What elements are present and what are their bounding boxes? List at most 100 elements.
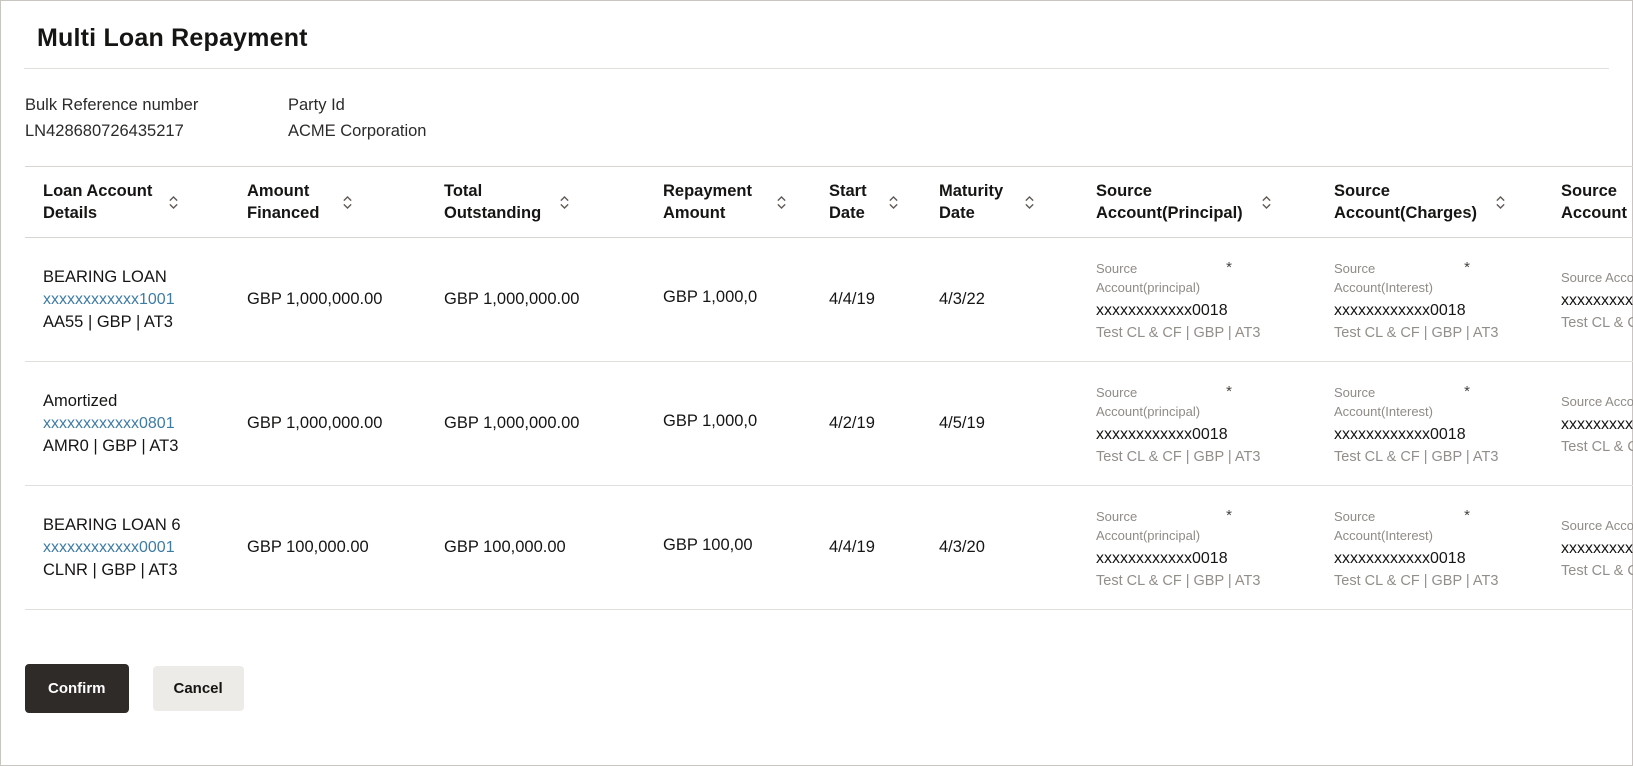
page-header: Multi Loan Repayment (1, 1, 1632, 68)
source-charges-cell: * Source Account(Interest) xxxxxxxxxxxx0… (1316, 238, 1543, 362)
source-principal-account: xxxxxxxxxxxx0018 (1096, 550, 1228, 568)
start-date-value: 4/4/19 (829, 290, 875, 308)
sort-icon[interactable] (1495, 194, 1506, 211)
party-id-value: ACME Corporation (288, 122, 426, 141)
column-header-maturity-date: Maturity Date (921, 167, 1078, 238)
loan-number-link[interactable]: xxxxxxxxxxxx1001 (43, 291, 175, 309)
column-header-source-account-charges: Source Account(Charges) (1316, 167, 1543, 238)
summary-section: Bulk Reference number LN428680726435217 … (1, 69, 1632, 166)
source-extra-cell: Source Account xxxxxxxxxxxx0018 Test CL … (1543, 362, 1633, 486)
required-asterisk: * (1226, 507, 1232, 524)
sort-icon[interactable] (776, 194, 787, 211)
required-asterisk: * (1464, 507, 1470, 524)
loan-meta: CLNR | GBP | AT3 (43, 561, 217, 580)
table-row: BEARING LOAN 6 xxxxxxxxxxxx0001 CLNR | G… (25, 486, 1633, 610)
source-charges-account: xxxxxxxxxxxx0018 (1334, 550, 1466, 568)
cancel-button[interactable]: Cancel (153, 666, 244, 711)
source-charges-cell: * Source Account(Interest) xxxxxxxxxxxx0… (1316, 362, 1543, 486)
column-label: Source Account (1561, 180, 1631, 225)
source-principal-meta: Test CL & CF | GBP | AT3 (1096, 449, 1228, 465)
column-label: Start Date (829, 180, 875, 225)
source-principal-cell: * Source Account(principal) xxxxxxxxxxxx… (1078, 238, 1316, 362)
source-extra-account: xxxxxxxxxxxx0018 (1561, 540, 1633, 558)
loan-account-details-cell: BEARING LOAN xxxxxxxxxxxx1001 AA55 | GBP… (25, 238, 229, 362)
column-header-total-outstanding: Total Outstanding (426, 167, 645, 238)
source-charges-account: xxxxxxxxxxxx0018 (1334, 302, 1466, 320)
column-header-repayment-amount: Repayment Amount (645, 167, 811, 238)
bulk-reference-field: Bulk Reference number LN428680726435217 (25, 96, 288, 141)
source-extra-meta: Test CL & CF | GBP | AT3 (1561, 563, 1633, 579)
required-asterisk: * (1226, 259, 1232, 276)
column-header-loan-account-details: Loan Account Details (25, 167, 229, 238)
loan-meta: AMR0 | GBP | AT3 (43, 437, 217, 456)
multi-loan-repayment-page: { "page": { "title": "Multi Loan Repayme… (0, 0, 1633, 766)
column-label: Source Account(Principal) (1096, 180, 1248, 225)
column-label: Total Outstanding (444, 180, 546, 225)
source-extra-label: Source Account (1561, 516, 1633, 536)
required-asterisk: * (1464, 259, 1470, 276)
amount-financed-value: GBP 1,000,000.00 (247, 414, 382, 432)
sort-icon[interactable] (559, 194, 570, 211)
source-extra-label: Source Account (1561, 392, 1633, 412)
confirm-button[interactable]: Confirm (25, 664, 129, 713)
source-principal-cell: * Source Account(principal) xxxxxxxxxxxx… (1078, 362, 1316, 486)
sort-icon[interactable] (168, 194, 179, 211)
start-date-value: 4/4/19 (829, 538, 875, 556)
source-principal-label: Source Account(principal) (1096, 507, 1228, 546)
column-header-amount-financed: Amount Financed (229, 167, 426, 238)
sort-icon[interactable] (888, 194, 899, 211)
column-header-source-account-clipped: Source Account (1543, 167, 1633, 238)
maturity-date-value: 4/5/19 (939, 414, 985, 432)
bulk-reference-value: LN428680726435217 (25, 122, 288, 141)
loan-number-link[interactable]: xxxxxxxxxxxx0001 (43, 539, 175, 557)
sort-icon[interactable] (1261, 194, 1272, 211)
source-principal-label: Source Account(principal) (1096, 259, 1228, 298)
source-principal-meta: Test CL & CF | GBP | AT3 (1096, 573, 1228, 589)
column-label: Repayment Amount (663, 180, 763, 225)
repayment-amount-value: GBP 100,00 (663, 536, 753, 555)
loan-table-wrap: Loan Account Details Amount Financed Tot… (1, 166, 1633, 610)
party-id-field: Party Id ACME Corporation (288, 96, 426, 141)
sort-icon[interactable] (342, 194, 353, 211)
column-label: Loan Account Details (43, 180, 155, 225)
loan-name: BEARING LOAN (43, 268, 217, 287)
source-principal-account: xxxxxxxxxxxx0018 (1096, 426, 1228, 444)
start-date-value: 4/2/19 (829, 414, 875, 432)
source-extra-cell: Source Account xxxxxxxxxxxx0018 Test CL … (1543, 486, 1633, 610)
column-header-start-date: Start Date (811, 167, 921, 238)
loan-number-link[interactable]: xxxxxxxxxxxx0801 (43, 415, 175, 433)
column-label: Source Account(Charges) (1334, 180, 1482, 225)
total-outstanding-value: GBP 1,000,000.00 (444, 290, 579, 308)
source-charges-label: Source Account(Interest) (1334, 383, 1466, 422)
loan-account-details-cell: Amortized xxxxxxxxxxxx0801 AMR0 | GBP | … (25, 362, 229, 486)
total-outstanding-value: GBP 100,000.00 (444, 538, 566, 556)
source-charges-cell: * Source Account(Interest) xxxxxxxxxxxx0… (1316, 486, 1543, 610)
repayment-amount-value: GBP 1,000,0 (663, 412, 757, 431)
source-extra-label: Source Account (1561, 268, 1633, 288)
loan-repayment-table: Loan Account Details Amount Financed Tot… (25, 166, 1633, 610)
source-extra-meta: Test CL & CF | GBP | AT3 (1561, 439, 1633, 455)
party-id-label: Party Id (288, 96, 426, 115)
source-principal-account: xxxxxxxxxxxx0018 (1096, 302, 1228, 320)
column-header-source-account-principal: Source Account(Principal) (1078, 167, 1316, 238)
source-charges-label: Source Account(Interest) (1334, 259, 1466, 298)
sort-icon[interactable] (1024, 194, 1035, 211)
loan-name: BEARING LOAN 6 (43, 516, 217, 535)
table-row: Amortized xxxxxxxxxxxx0801 AMR0 | GBP | … (25, 362, 1633, 486)
source-principal-label: Source Account(principal) (1096, 383, 1228, 422)
repayment-amount-value: GBP 1,000,0 (663, 288, 757, 307)
maturity-date-value: 4/3/22 (939, 290, 985, 308)
source-charges-meta: Test CL & CF | GBP | AT3 (1334, 325, 1466, 341)
action-bar: Confirm Cancel (25, 664, 1632, 713)
table-header-row: Loan Account Details Amount Financed Tot… (25, 167, 1633, 238)
source-extra-account: xxxxxxxxxxxx0018 (1561, 292, 1633, 310)
amount-financed-value: GBP 1,000,000.00 (247, 290, 382, 308)
source-principal-cell: * Source Account(principal) xxxxxxxxxxxx… (1078, 486, 1316, 610)
source-charges-meta: Test CL & CF | GBP | AT3 (1334, 573, 1466, 589)
required-asterisk: * (1226, 383, 1232, 400)
maturity-date-value: 4/3/20 (939, 538, 985, 556)
column-label: Amount Financed (247, 180, 329, 225)
page-title: Multi Loan Repayment (37, 24, 1608, 53)
source-charges-meta: Test CL & CF | GBP | AT3 (1334, 449, 1466, 465)
loan-meta: AA55 | GBP | AT3 (43, 313, 217, 332)
